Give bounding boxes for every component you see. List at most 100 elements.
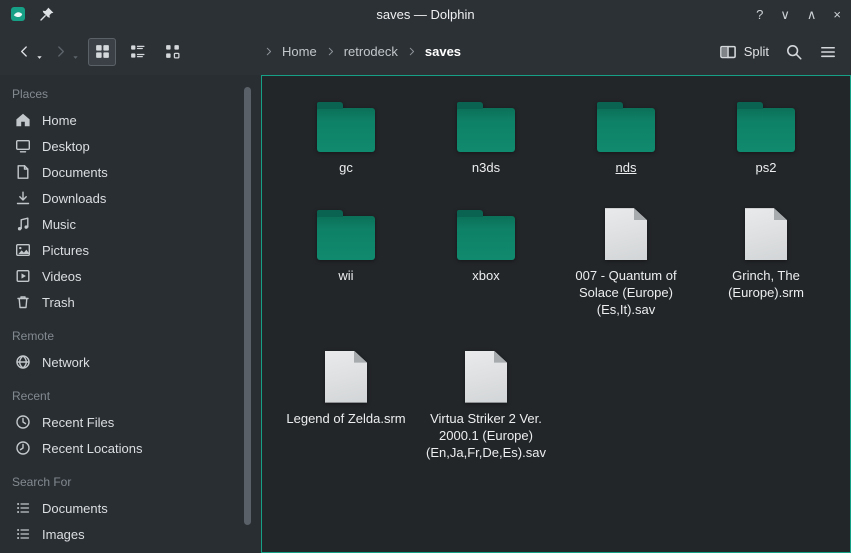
folder-view: gc n3ds nds ps2 wii xbox 007 - Quantum of Sola…: [261, 75, 851, 553]
titlebar: saves — Dolphin ? ∨ ∧ ×: [0, 0, 851, 28]
sidebar-section-places: Places: [0, 79, 261, 107]
item-label: xbox: [472, 267, 499, 284]
file-legend-of-zelda-srm[interactable]: Legend of Zelda.srm: [280, 343, 412, 427]
item-label: Legend of Zelda.srm: [286, 410, 405, 427]
maximize-button[interactable]: ∧: [807, 8, 817, 21]
item-label: ps2: [756, 159, 777, 176]
sidebar-item-trash[interactable]: Trash: [0, 289, 261, 315]
item-label: Grinch, The (Europe).srm: [704, 267, 828, 301]
close-button[interactable]: ×: [833, 8, 841, 21]
sidebar-scrollbar[interactable]: [244, 87, 251, 525]
recent-locations-icon: [15, 440, 31, 456]
folder-n3ds[interactable]: n3ds: [420, 92, 552, 176]
sidebar-sections: Places Home Desktop Documents Downloads Music…: [0, 79, 261, 553]
sidebar-item-home[interactable]: Home: [0, 107, 261, 133]
window-title: saves — Dolphin: [0, 7, 851, 22]
details-view-button[interactable]: [123, 38, 151, 66]
breadcrumb-item-saves[interactable]: saves: [424, 44, 462, 59]
back-button[interactable]: [12, 40, 36, 64]
file-grinch-the-europe-srm[interactable]: Grinch, The (Europe).srm: [700, 200, 832, 301]
folder-nds[interactable]: nds: [560, 92, 692, 176]
folder-wii[interactable]: wii: [280, 200, 412, 284]
back-arrow-icon: [17, 44, 32, 59]
sidebar-item-desktop[interactable]: Desktop: [0, 133, 261, 159]
dolphin-app-icon[interactable]: [10, 6, 26, 22]
file-icon: [605, 200, 647, 260]
sidebar-item-label: Videos: [42, 269, 82, 284]
breadcrumb-item-home[interactable]: Home: [281, 44, 318, 59]
split-icon: [719, 43, 737, 61]
sidebar-item-recent-files[interactable]: Recent Files: [0, 409, 261, 435]
network-icon: [15, 354, 31, 370]
pin-icon[interactable]: [39, 6, 55, 22]
folder-ps2[interactable]: ps2: [700, 92, 832, 176]
chevron-right-icon: [406, 46, 417, 57]
search-button[interactable]: [785, 43, 803, 61]
sidebar-item-label: Images: [42, 527, 85, 542]
breadcrumb-item-retrodeck[interactable]: retrodeck: [343, 44, 399, 59]
titlebar-left: [10, 6, 55, 22]
file-virtua-striker-2-ver-2000-1-europe-en-ja[interactable]: Virtua Striker 2 Ver. 2000.1 (Europe) (E…: [420, 343, 552, 461]
caret-down-icon: [36, 54, 43, 61]
folder-icon: [317, 92, 375, 152]
file-007-quantum-of-solace-europe-es-it-sav[interactable]: 007 - Quantum of Solace (Europe) (Es,It)…: [560, 200, 692, 318]
sidebar-item-label: Recent Files: [42, 415, 114, 430]
list-icon: [15, 500, 31, 516]
item-label: nds: [616, 159, 637, 176]
folder-icon: [317, 200, 375, 260]
trash-icon: [15, 294, 31, 310]
sidebar-item-label: Recent Locations: [42, 441, 142, 456]
forward-button[interactable]: [48, 40, 72, 64]
menu-button[interactable]: [819, 43, 837, 61]
folder-icon: [737, 92, 795, 152]
toolbar-right: Split: [719, 43, 851, 61]
folder-icon: [457, 92, 515, 152]
sidebar-item-label: Home: [42, 113, 77, 128]
item-label: Virtua Striker 2 Ver. 2000.1 (Europe) (E…: [424, 410, 548, 461]
folder-xbox[interactable]: xbox: [420, 200, 552, 284]
forward-arrow-icon: [53, 44, 68, 59]
sidebar-item-label: Documents: [42, 165, 108, 180]
sidebar-item-label: Documents: [42, 501, 108, 516]
item-label: gc: [339, 159, 353, 176]
music-icon: [15, 216, 31, 232]
sidebar-item-videos[interactable]: Videos: [0, 263, 261, 289]
sidebar-item-recent-locations[interactable]: Recent Locations: [0, 435, 261, 461]
file-icon: [465, 343, 507, 403]
split-button[interactable]: Split: [719, 43, 769, 61]
item-label: wii: [338, 267, 353, 284]
folder-gc[interactable]: gc: [280, 92, 412, 176]
sidebar-item-music[interactable]: Music: [0, 211, 261, 237]
details-view-icon: [129, 43, 146, 60]
sidebar-item-network[interactable]: Network: [0, 349, 261, 375]
view-mode-group: [88, 38, 186, 66]
nav-group: [0, 40, 72, 64]
sidebar-item-documents[interactable]: Documents: [0, 159, 261, 185]
home-icon: [15, 112, 31, 128]
breadcrumb: Home retrodeck saves: [263, 28, 462, 75]
sidebar-item-label: Music: [42, 217, 76, 232]
sidebar-item-label: Trash: [42, 295, 75, 310]
sidebar-item-pictures[interactable]: Pictures: [0, 237, 261, 263]
list-icon: [15, 526, 31, 542]
chevron-right-icon: [263, 46, 274, 57]
chevron-right-icon: [325, 46, 336, 57]
sidebar-item-label: Network: [42, 355, 90, 370]
tree-view-icon: [164, 43, 181, 60]
icons-view-icon: [94, 43, 111, 60]
sidebar-section-recent: Recent: [0, 381, 261, 409]
minimize-button[interactable]: ∨: [780, 8, 790, 21]
help-button[interactable]: ?: [756, 8, 763, 21]
window-controls: ? ∨ ∧ ×: [756, 8, 841, 21]
sidebar-item-documents[interactable]: Documents: [0, 495, 261, 521]
sidebar-item-label: Desktop: [42, 139, 90, 154]
hamburger-menu-icon: [819, 43, 837, 61]
sidebar-item-downloads[interactable]: Downloads: [0, 185, 261, 211]
sidebar-item-images[interactable]: Images: [0, 521, 261, 547]
item-label: n3ds: [472, 159, 500, 176]
pictures-icon: [15, 242, 31, 258]
sidebar-item-audio[interactable]: Audio: [0, 547, 261, 553]
tree-view-button[interactable]: [158, 38, 186, 66]
file-icon: [325, 343, 367, 403]
icons-view-button[interactable]: [88, 38, 116, 66]
